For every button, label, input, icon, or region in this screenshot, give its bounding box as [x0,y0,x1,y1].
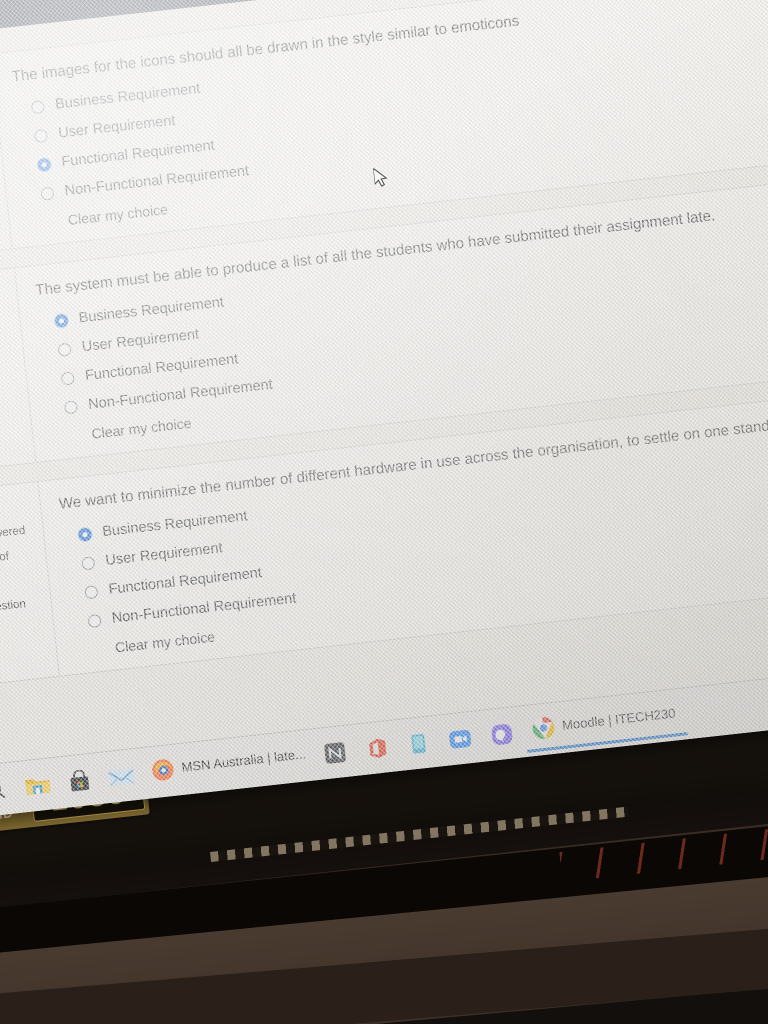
taskbar-app-firefox[interactable]: MSN Australia | late... [148,741,307,788]
radio-button-icon[interactable] [57,342,72,357]
flag-question-link[interactable]: ⚑ Flag question [0,594,44,622]
radio-button-icon[interactable] [33,128,49,143]
answer-option-label: Non-Functional Requirement [87,376,274,413]
office-icon[interactable] [362,734,391,763]
answer-option-label: Non-Functional Requirement [63,162,250,200]
file-explorer-icon[interactable] [23,771,52,800]
chrome-icon [529,713,558,742]
question-number: Question 6 [0,493,33,525]
radio-button-icon[interactable] [63,399,79,415]
answer-option-label: Business Requirement [101,508,249,541]
answer-option-label: User Requirement [57,112,177,142]
taskbar-app-label-firefox: MSN Australia | late... [180,746,307,775]
question-number: on 5 [0,279,9,311]
radio-button-icon-selected[interactable] [36,157,52,172]
answer-option-label: Non-Functional Requirement [111,590,298,627]
answer-option-label: Functional Requirement [60,137,216,171]
radio-button-icon[interactable] [80,555,96,571]
radio-button-icon[interactable] [60,370,75,386]
radio-button-icon-selected[interactable] [77,526,93,542]
screen-content: Federation University moodle Study Help … [0,0,768,823]
moodle-logo[interactable]: moodle [0,0,88,5]
monitor-photo: FULL HD ◀ 1080 ▶ Federation University m… [0,0,768,1024]
taskbar-app-chrome[interactable]: Moodle | ITECH230 [529,700,677,746]
taskbar-app-label-chrome: Moodle | ITECH230 [561,705,677,733]
microsoft-store-icon[interactable] [65,766,94,795]
answer-option-label: User Requirement [104,540,224,569]
flag-question-label: Flag question [0,597,27,618]
onedrive-icon[interactable] [404,729,433,758]
search-icon[interactable] [0,776,10,805]
radio-button-icon[interactable] [40,185,55,201]
zoom-icon[interactable] [446,724,475,753]
notepad-icon[interactable] [320,738,349,767]
answer-option-label: Business Requirement [54,80,202,113]
radio-button-icon-selected[interactable] [54,313,69,328]
answer-option-label: Functional Requirement [107,564,263,598]
radio-button-icon[interactable] [30,99,45,114]
answer-option-label: Business Requirement [77,294,225,327]
radio-button-icon[interactable] [84,584,99,599]
viber-icon[interactable] [487,720,516,749]
answer-option-label: Functional Requirement [84,351,240,385]
firefox-icon [148,755,177,784]
flag-question-link[interactable]: ⚑ lag stion [0,356,17,384]
mail-icon[interactable] [107,762,136,791]
answer-option-label: User Requirement [81,326,200,356]
radio-button-icon[interactable] [87,613,102,628]
